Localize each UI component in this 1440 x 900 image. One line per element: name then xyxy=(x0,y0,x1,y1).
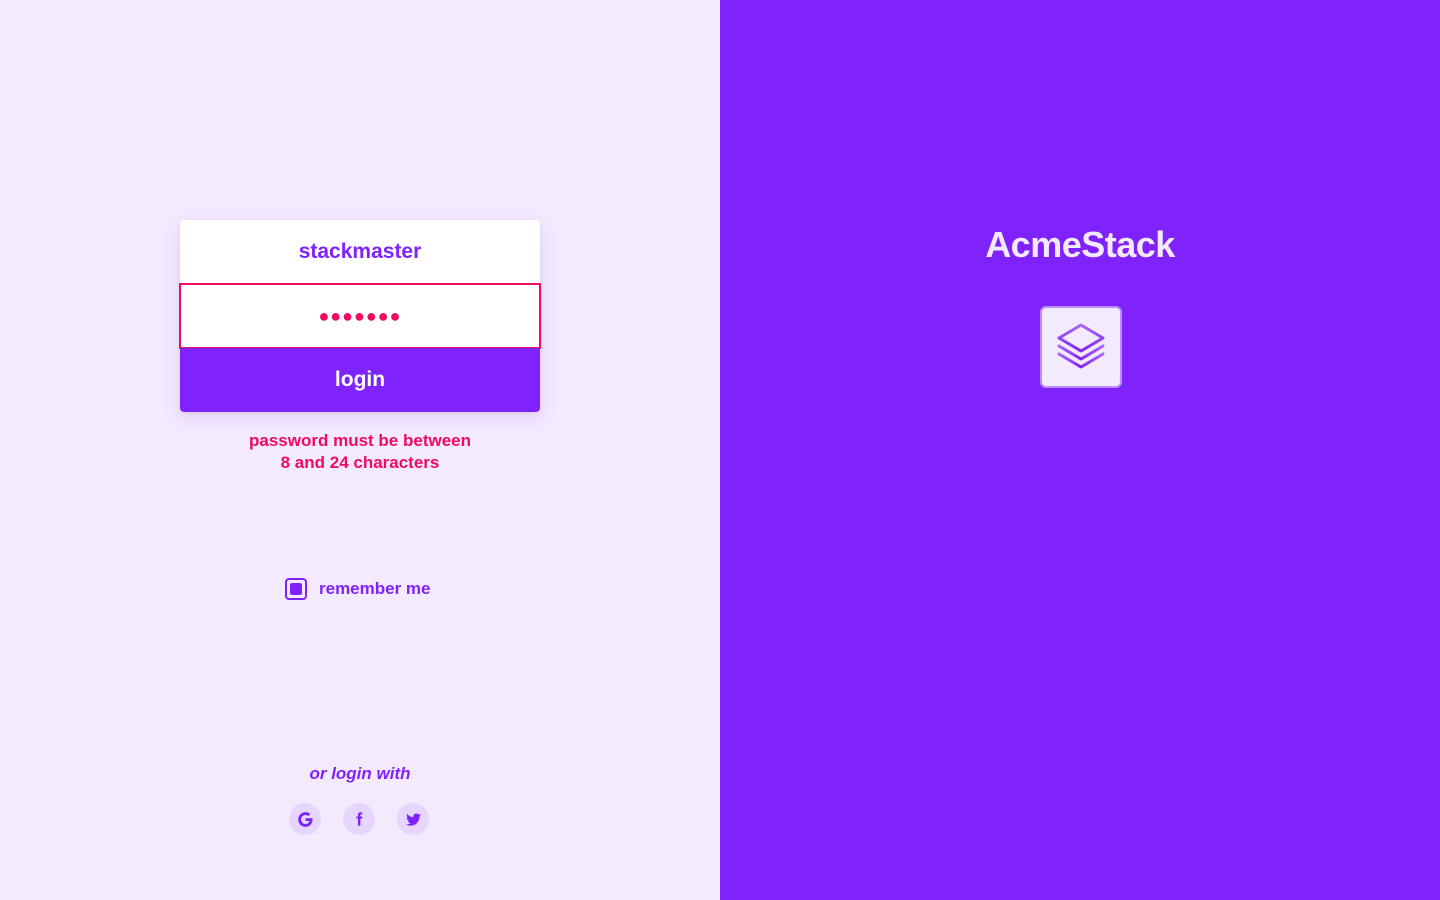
brand-panel: AcmeStack xyxy=(720,0,1440,900)
google-icon xyxy=(297,811,313,827)
facebook-login-button[interactable] xyxy=(343,803,375,835)
error-line-2: 8 and 24 characters xyxy=(280,453,440,472)
remember-me-checkbox[interactable]: remember me xyxy=(285,578,431,600)
login-panel: ●●●●●●● login password must be between 8… xyxy=(0,0,720,900)
brand-logo xyxy=(1040,306,1122,388)
password-error-message: password must be between 8 and 24 charac… xyxy=(180,430,540,474)
social-login-row xyxy=(289,803,429,835)
login-card: ●●●●●●● login xyxy=(179,220,541,412)
layers-icon xyxy=(1057,323,1105,369)
checkbox-box[interactable] xyxy=(285,578,307,600)
username-input[interactable] xyxy=(180,220,540,284)
password-masked-value: ●●●●●●● xyxy=(318,305,402,326)
remember-me-label[interactable]: remember me xyxy=(319,579,431,599)
login-button[interactable]: login xyxy=(180,348,540,412)
checkbox-checked-mark xyxy=(290,583,302,595)
google-login-button[interactable] xyxy=(289,803,321,835)
social-login-heading: or login with xyxy=(309,764,411,783)
twitter-login-button[interactable] xyxy=(397,803,429,835)
login-page: ●●●●●●● login password must be between 8… xyxy=(0,0,1440,900)
password-field[interactable]: ●●●●●●● xyxy=(179,283,541,349)
facebook-icon xyxy=(356,812,363,826)
error-line-1: password must be between xyxy=(249,431,471,450)
twitter-icon xyxy=(405,812,421,826)
brand-name: AcmeStack xyxy=(985,224,1175,265)
